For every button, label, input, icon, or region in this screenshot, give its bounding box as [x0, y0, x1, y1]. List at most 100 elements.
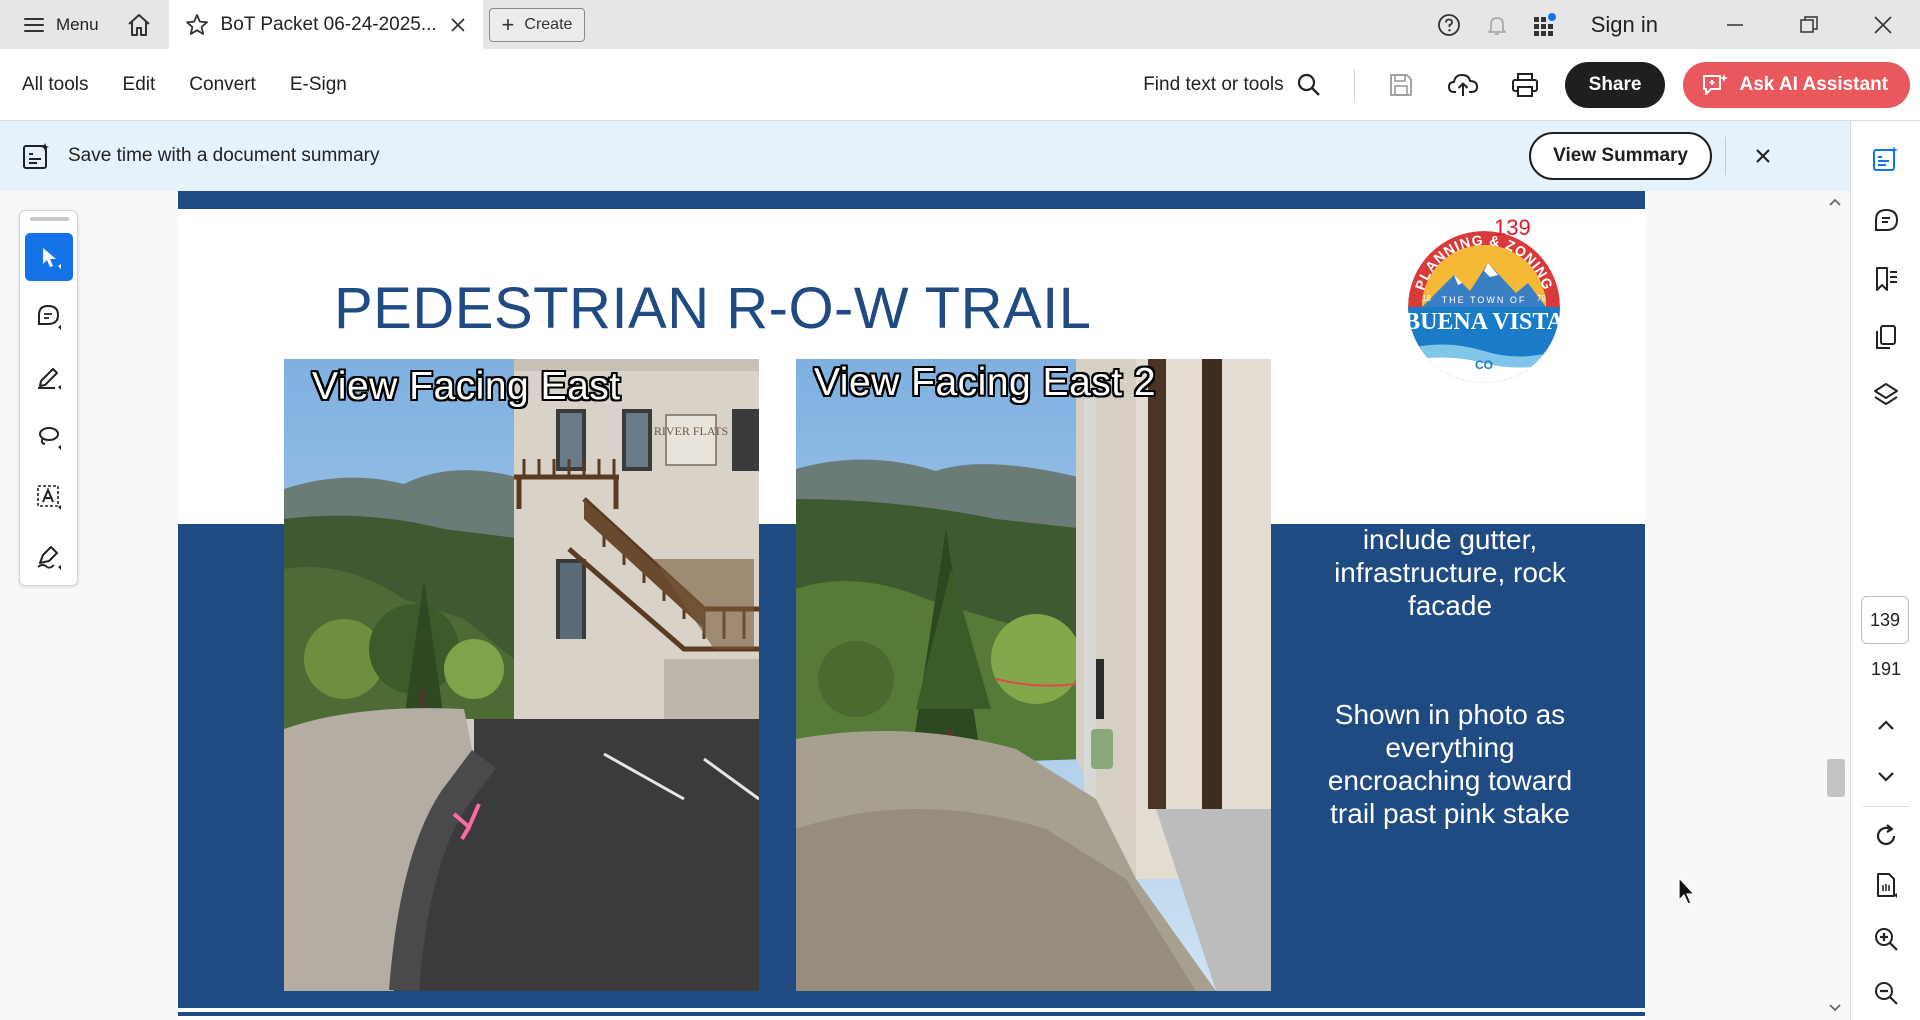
comment-icon: [38, 304, 61, 330]
photo-building-driveway: RIVER FLATS: [284, 359, 759, 991]
notifications-button[interactable]: [1473, 0, 1521, 49]
title-bar-right: Sign in: [1425, 0, 1920, 49]
summary-icon: [1873, 146, 1898, 171]
sidebar-divider: [1863, 806, 1909, 807]
zoom-in-icon: [1875, 928, 1898, 951]
photo1-caption: View Facing East: [312, 365, 621, 408]
toolbar-right: Find text or tools Share Ask AI Assistan…: [1143, 49, 1910, 121]
fit-page-button[interactable]: [1866, 865, 1906, 905]
help-button[interactable]: [1425, 0, 1473, 49]
home-button[interactable]: [115, 0, 163, 49]
photo-building-side-trail: [796, 359, 1271, 991]
nav-edit[interactable]: Edit: [123, 74, 164, 96]
zoom-out-icon: [1875, 982, 1898, 1005]
close-window-button[interactable]: [1846, 0, 1920, 49]
draw-tool[interactable]: [25, 413, 73, 461]
rotate-button[interactable]: [1866, 816, 1906, 856]
slide-title: PEDESTRIAN R-O-W TRAIL: [334, 276, 1092, 341]
current-page-input[interactable]: 139: [1861, 596, 1909, 644]
nav-esign[interactable]: E-Sign: [290, 74, 355, 96]
pages-panel-button[interactable]: [1866, 317, 1906, 357]
sign-tool[interactable]: [25, 533, 73, 581]
document-summary-banner: Save time with a document summary View S…: [0, 121, 1850, 191]
home-icon: [127, 13, 150, 36]
maximize-button[interactable]: [1772, 0, 1846, 49]
text-tool[interactable]: [25, 473, 73, 521]
apps-grid-icon: [1533, 12, 1556, 36]
banner-message: Save time with a document summary: [68, 145, 380, 166]
close-icon: [450, 17, 465, 32]
share-button[interactable]: Share: [1564, 62, 1666, 108]
banner-close-button[interactable]: [1748, 141, 1778, 171]
select-tool[interactable]: [25, 233, 73, 281]
title-bar: Menu BoT Packet 06-24-2025... + Create S…: [0, 0, 1920, 49]
comment-tool[interactable]: [25, 293, 73, 341]
ai-assistant-label: Ask AI Assistant: [1739, 74, 1888, 95]
text-box-icon: [37, 485, 61, 510]
comments-panel-button[interactable]: [1866, 201, 1906, 241]
cloud-upload-icon: [1447, 74, 1478, 96]
palette-grip[interactable]: [30, 217, 69, 221]
photo-explanation-note: Shown in photo as everything encroaching…: [1327, 699, 1573, 829]
close-icon: [1756, 149, 1770, 163]
view-summary-button[interactable]: View Summary: [1529, 132, 1712, 180]
logo-small-text: THE TOWN OF: [1442, 295, 1527, 305]
pages-icon: [1876, 325, 1896, 349]
ai-assistant-icon: [1703, 74, 1729, 95]
document-tab[interactable]: BoT Packet 06-24-2025...: [168, 0, 483, 49]
banner-divider: [1725, 137, 1726, 175]
mouse-pointer-icon: [1678, 876, 1696, 905]
photo-view-facing-east: RIVER FLATS View Facing East: [284, 359, 759, 991]
next-page-button[interactable]: [1866, 756, 1906, 796]
nav-all-tools[interactable]: All tools: [22, 74, 97, 96]
scroll-thumb[interactable]: [1827, 759, 1845, 797]
star-icon[interactable]: [185, 13, 209, 37]
apps-button[interactable]: [1521, 0, 1569, 49]
page-number-stamp: 139: [1494, 215, 1531, 240]
minimize-icon: [1727, 23, 1743, 26]
sign-in-link[interactable]: Sign in: [1569, 12, 1698, 38]
minimize-button[interactable]: [1698, 0, 1772, 49]
help-icon: [1437, 13, 1460, 36]
menu-button[interactable]: Menu: [0, 0, 115, 49]
document-page: PEDESTRIAN R-O-W TRAIL PLANNING & ZONING…: [178, 191, 1645, 1020]
restore-icon: [1800, 15, 1818, 33]
previous-page-button[interactable]: [1866, 706, 1906, 746]
toolbar-divider: [1353, 69, 1355, 101]
logo-year-right: 79: [1537, 294, 1546, 303]
river-flats-sign: RIVER FLATS: [654, 424, 728, 438]
create-button[interactable]: + Create: [488, 7, 586, 42]
print-button[interactable]: [1497, 57, 1553, 113]
scroll-down-icon[interactable]: [1827, 999, 1843, 1015]
save-button[interactable]: [1373, 57, 1429, 113]
bell-icon: [1487, 16, 1506, 35]
summary-panel-button[interactable]: [1866, 139, 1906, 179]
nav-convert[interactable]: Convert: [189, 74, 264, 96]
bookmark-icon: [1876, 267, 1897, 291]
highlighter-icon: [38, 368, 61, 390]
slide-top-band: [178, 191, 1645, 209]
encroachments-note: Encroachments include gutter, infrastruc…: [1334, 491, 1566, 621]
scroll-up-icon[interactable]: [1827, 195, 1843, 211]
search-icon: [1297, 73, 1320, 96]
highlight-tool[interactable]: [25, 353, 73, 401]
tab-close-button[interactable]: [447, 14, 469, 36]
pen-sign-icon: [37, 546, 61, 570]
rotate-icon: [1876, 824, 1896, 845]
upload-cloud-button[interactable]: [1435, 57, 1491, 113]
plus-icon: +: [501, 11, 515, 37]
town-logo: PLANNING & ZONING THE TOWN OF BUENA VIST…: [1406, 231, 1562, 383]
lasso-icon: [39, 427, 61, 450]
ask-ai-assistant-button[interactable]: Ask AI Assistant: [1683, 62, 1910, 108]
zoom-out-button[interactable]: [1866, 973, 1906, 1013]
find-tools-button[interactable]: Find text or tools: [1143, 72, 1321, 98]
close-icon: [1874, 15, 1892, 34]
vertical-scrollbar[interactable]: [1822, 191, 1848, 1020]
menu-label: Menu: [56, 14, 99, 34]
zoom-in-button[interactable]: [1866, 919, 1906, 959]
photo-view-facing-east-2: View Facing East 2: [796, 359, 1271, 991]
layers-panel-button[interactable]: [1866, 375, 1906, 415]
bookmarks-panel-button[interactable]: [1866, 259, 1906, 299]
main-toolbar: All tools Edit Convert E-Sign Find text …: [0, 49, 1920, 121]
comment-icon: [1875, 208, 1899, 231]
